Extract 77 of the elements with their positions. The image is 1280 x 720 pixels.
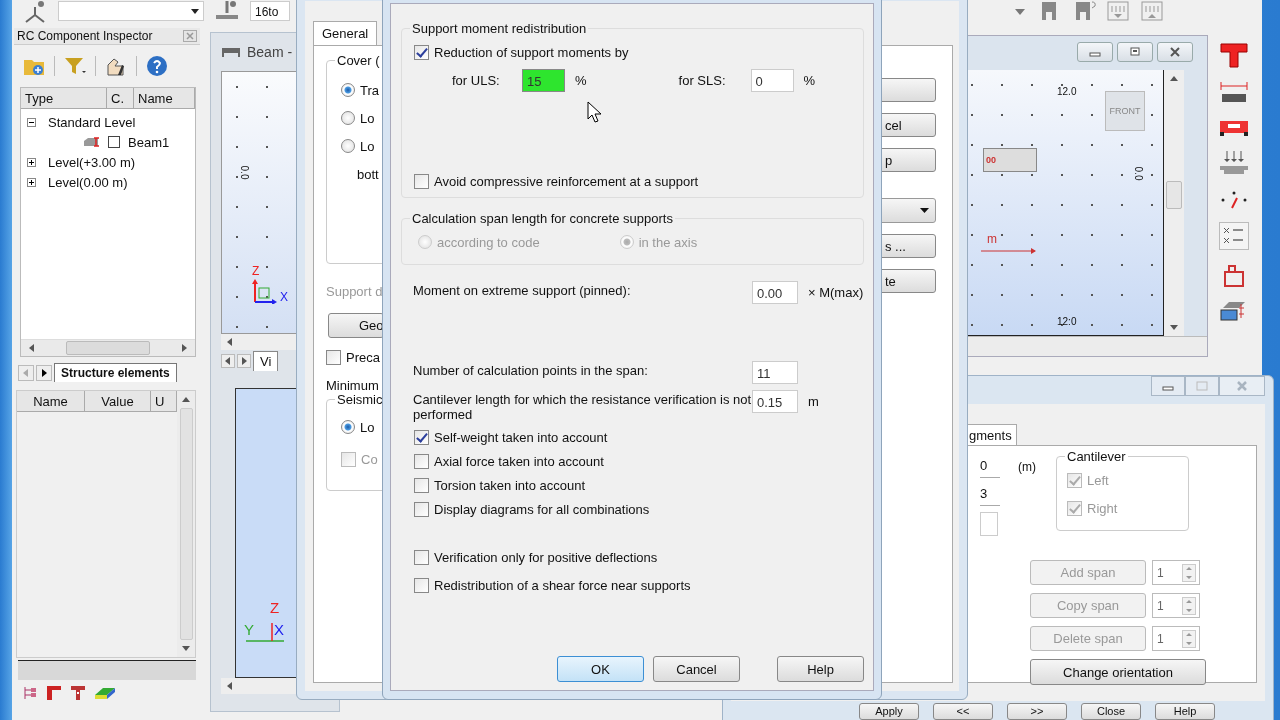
checkbox-label: Display diagrams for all combinations (434, 501, 650, 517)
group-title: Support moment redistribution (410, 21, 589, 36)
column-header[interactable]: Value (85, 391, 151, 411)
window-title: Beam - (247, 44, 293, 60)
checkbox-label: Co (361, 451, 378, 467)
field-label: bott (356, 167, 380, 182)
column-header[interactable]: C. (107, 88, 134, 108)
group-title: Cantilever (1065, 449, 1128, 464)
checkbox-label: Reduction of support moments by (434, 44, 629, 60)
radio-label: Lo (360, 138, 375, 154)
scale-label: 0.0 (239, 165, 251, 180)
field-label: Number of calculation points in the span: (413, 362, 649, 378)
unit-label: (m) (1018, 460, 1036, 474)
column-header[interactable]: Name (17, 391, 85, 411)
axis-label: X (274, 621, 284, 638)
footer-button[interactable]: Apply (859, 703, 919, 720)
radio-label: Lo (360, 419, 375, 435)
input-field[interactable]: 0 (980, 456, 1000, 478)
tab[interactable]: General (313, 21, 378, 45)
tree-item[interactable]: Level(+3.00 m) (48, 154, 136, 170)
section-label: Support d (326, 284, 383, 299)
footer-button[interactable]: >> (1007, 703, 1067, 720)
radio-label: in the axis (638, 234, 698, 250)
checkbox-label: Axial force taken into account (434, 453, 604, 469)
input-field[interactable]: 11 (752, 361, 798, 384)
unit-label: % (803, 73, 816, 88)
checkbox-label: Verification only for positive deflections (434, 549, 658, 565)
axis-label: Y (244, 621, 254, 638)
tree-item[interactable]: Beam1 (128, 134, 170, 150)
footer-button[interactable]: Help (1155, 703, 1215, 720)
tab[interactable]: Structure elements (54, 363, 177, 382)
field-label: for SLS: (678, 73, 727, 88)
checkbox-label: Left (1087, 472, 1109, 488)
checkbox-label: Torsion taken into account (434, 477, 586, 493)
tree-item[interactable]: Level(0.00 m) (48, 174, 128, 190)
checkbox-label: Preca (346, 349, 380, 365)
change-orientation-button[interactable]: Change orientation (1030, 659, 1206, 685)
radio-label: according to code (437, 234, 540, 250)
footer-button[interactable]: Close (1081, 703, 1141, 720)
group-title: Seismic (335, 392, 385, 407)
input-field[interactable]: 0.00 (752, 281, 798, 304)
checkbox-label: Right (1087, 500, 1118, 516)
column-header[interactable]: Type (21, 88, 107, 108)
input-field[interactable]: 0 (750, 69, 794, 92)
beam-drawing: 00 (983, 148, 1037, 172)
dimension-label: m (987, 232, 997, 246)
unit-label: % (575, 73, 587, 88)
field-label: Minimum (326, 378, 379, 393)
dialog-button[interactable]: Cancel (653, 656, 740, 682)
footer-button[interactable]: << (933, 703, 993, 720)
axis-label: Z (270, 599, 280, 616)
group-title: Calculation span length for concrete supports (410, 211, 675, 226)
checkbox-label: Redistribution of a shear force near supports (434, 577, 691, 593)
radio-label: Tra (360, 82, 380, 98)
axis-label: X (280, 290, 288, 304)
tab[interactable]: Vi (253, 351, 279, 371)
panel-title: RC Component Inspector (17, 29, 153, 43)
input-field[interactable]: 15 (522, 69, 565, 92)
unit-label: m (807, 393, 819, 409)
tree-item[interactable]: Standard Level (48, 114, 136, 130)
input-field[interactable]: 3 (980, 484, 1000, 506)
text-field[interactable]: 16to (250, 1, 290, 21)
scale-label: 0.0 (1133, 166, 1145, 181)
scale-label: 12.0 (1057, 86, 1077, 97)
checkbox-label: Avoid compressive reinforcement at a support (434, 173, 699, 189)
field-label: Cantilever length for which the resistance verification is not performed (413, 391, 752, 422)
axis-label: Z (252, 264, 260, 278)
radio-label: Lo (360, 110, 375, 126)
dialog-button[interactable]: Help (777, 656, 864, 682)
checkbox-label: Self-weight taken into account (434, 429, 608, 445)
input-field[interactable]: 0.15 (752, 390, 798, 413)
field-label: Moment on extreme support (pinned): (413, 282, 632, 298)
column-header[interactable]: Name (134, 88, 195, 108)
dialog-button[interactable]: OK (557, 656, 644, 682)
scale-label: 12:0 (1057, 316, 1077, 327)
group-title: Cover ( (335, 53, 382, 68)
field-label: for ULS: (452, 73, 501, 88)
